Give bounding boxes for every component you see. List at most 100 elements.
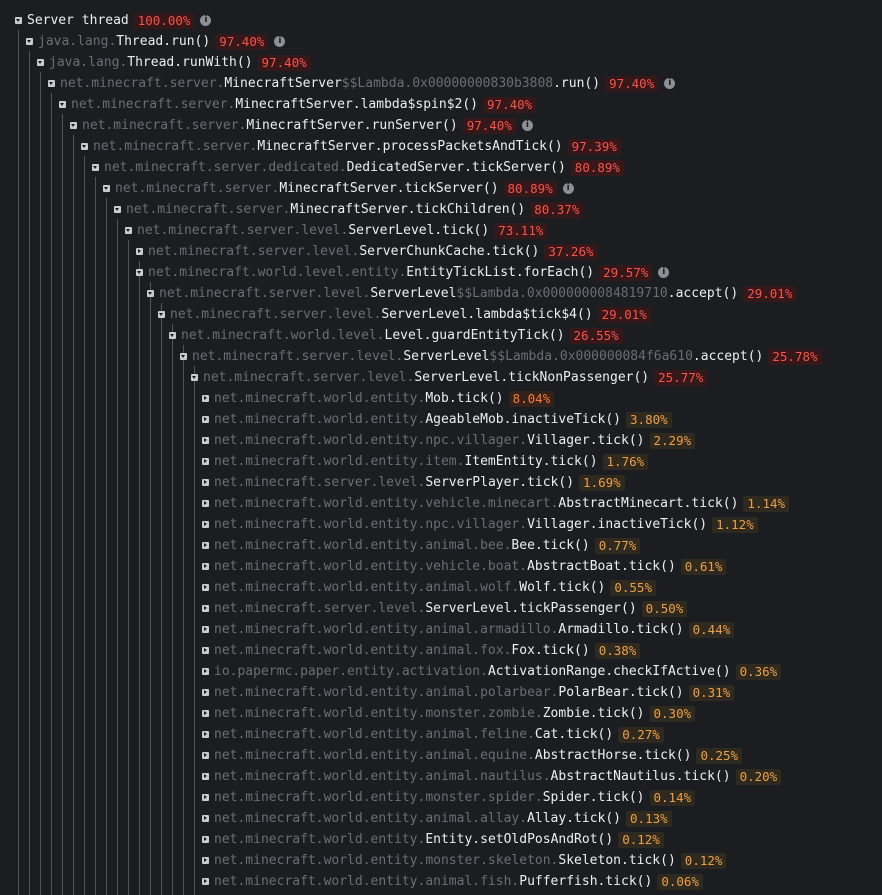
method-label[interactable]: net.minecraft.server. MinecraftServer .pro… bbox=[93, 139, 563, 154]
class-name: Villager bbox=[527, 517, 590, 532]
method-label[interactable]: java.lang. Thread .run() bbox=[38, 34, 210, 49]
package-name: net.minecraft.world.entity.animal.polarb… bbox=[214, 685, 559, 700]
method-label[interactable]: net.minecraft.server. MinecraftServer $$La… bbox=[60, 76, 600, 91]
percent-badge: 0.12% bbox=[680, 852, 727, 869]
method-label[interactable]: net.minecraft.world.entity. Mob .tick() bbox=[214, 391, 504, 406]
collapse-toggle-icon[interactable] bbox=[37, 59, 44, 66]
collapse-toggle-icon[interactable] bbox=[158, 311, 165, 318]
method-label[interactable]: net.minecraft.world.entity.animal.polarb… bbox=[214, 685, 684, 700]
expand-toggle-icon[interactable] bbox=[202, 605, 209, 612]
expand-toggle-icon[interactable] bbox=[202, 731, 209, 738]
method-label[interactable]: net.minecraft.server.level. ServerLevel $$… bbox=[159, 286, 738, 301]
collapse-toggle-icon[interactable] bbox=[169, 332, 176, 339]
collapse-toggle-icon[interactable] bbox=[103, 185, 110, 192]
method-label[interactable]: net.minecraft.world.level.entity. EntityT… bbox=[148, 265, 594, 280]
expand-toggle-icon[interactable] bbox=[202, 752, 209, 759]
expand-toggle-icon[interactable] bbox=[202, 584, 209, 591]
method-label[interactable]: net.minecraft.world.entity.item. ItemEnti… bbox=[214, 454, 598, 469]
method-label[interactable]: net.minecraft.server.level. ServerLevel .t… bbox=[203, 370, 649, 385]
expand-toggle-icon[interactable] bbox=[202, 689, 209, 696]
expand-toggle-icon[interactable] bbox=[202, 437, 209, 444]
method-label[interactable]: net.minecraft.world.entity.animal.equine… bbox=[214, 748, 691, 763]
expand-toggle-icon[interactable] bbox=[202, 878, 209, 885]
expand-toggle-icon[interactable] bbox=[202, 773, 209, 780]
collapse-toggle-icon[interactable] bbox=[147, 290, 154, 297]
expand-toggle-icon[interactable] bbox=[202, 416, 209, 423]
info-icon[interactable]: i bbox=[521, 120, 533, 131]
method-label[interactable]: net.minecraft.world.entity.animal.feline… bbox=[214, 727, 613, 742]
method-label[interactable]: net.minecraft.server. MinecraftServer .tic… bbox=[115, 181, 499, 196]
expand-toggle-icon[interactable] bbox=[202, 458, 209, 465]
collapse-toggle-icon[interactable] bbox=[191, 374, 198, 381]
method-label[interactable]: net.minecraft.server.dedicated. Dedicated… bbox=[104, 160, 566, 175]
info-icon[interactable]: i bbox=[658, 267, 670, 278]
collapse-toggle-icon[interactable] bbox=[136, 269, 143, 276]
collapse-toggle-icon[interactable] bbox=[48, 80, 55, 87]
collapse-toggle-icon[interactable] bbox=[81, 143, 88, 150]
class-name: ServerChunkCache bbox=[359, 244, 485, 259]
expand-toggle-icon[interactable] bbox=[202, 563, 209, 570]
expand-toggle-icon[interactable] bbox=[136, 248, 143, 255]
method-label[interactable]: net.minecraft.world.entity. AgeableMob .in… bbox=[214, 412, 621, 427]
collapse-toggle-icon[interactable] bbox=[125, 227, 132, 234]
package-name: net.minecraft.world.entity.animal.fish. bbox=[214, 874, 520, 889]
method-label[interactable]: net.minecraft.server. MinecraftServer .tic… bbox=[126, 202, 525, 217]
method-label[interactable]: net.minecraft.server.level. ServerLevel .t… bbox=[214, 601, 637, 616]
method-label[interactable]: net.minecraft.server.level. ServerLevel $$… bbox=[192, 349, 763, 364]
method-label[interactable]: net.minecraft.server.level. ServerChunkCa… bbox=[148, 244, 539, 259]
expand-toggle-icon[interactable] bbox=[202, 521, 209, 528]
method-label[interactable]: net.minecraft.world.entity.npc.villager.… bbox=[214, 517, 707, 532]
tree-row: net.minecraft.server.level. ServerLevel .l… bbox=[158, 304, 651, 325]
method-label[interactable]: net.minecraft.server. MinecraftServer .lam… bbox=[71, 97, 478, 112]
expand-toggle-icon[interactable] bbox=[202, 857, 209, 864]
method-label[interactable]: net.minecraft.world.entity.animal.fish. P… bbox=[214, 874, 652, 889]
package-name: net.minecraft.server. bbox=[60, 76, 225, 91]
collapse-toggle-icon[interactable] bbox=[15, 17, 22, 24]
method-label[interactable]: net.minecraft.world.entity.animal.allay.… bbox=[214, 811, 621, 826]
method-label[interactable]: net.minecraft.world.entity.animal.bee. Be… bbox=[214, 538, 590, 553]
expand-toggle-icon[interactable] bbox=[202, 647, 209, 654]
method-label[interactable]: net.minecraft.world.entity.animal.fox. Fo… bbox=[214, 643, 590, 658]
method-label[interactable]: net.minecraft.world.entity.monster.spide… bbox=[214, 790, 645, 805]
method-label[interactable]: Server thread bbox=[27, 13, 129, 28]
expand-toggle-icon[interactable] bbox=[202, 710, 209, 717]
info-icon[interactable]: i bbox=[200, 15, 212, 26]
method-label[interactable]: net.minecraft.world.entity.npc.villager.… bbox=[214, 433, 645, 448]
expand-toggle-icon[interactable] bbox=[202, 668, 209, 675]
method-label[interactable]: net.minecraft.server.level. ServerLevel .t… bbox=[137, 223, 489, 238]
method-label[interactable]: net.minecraft.world.level. Level .guardEnt… bbox=[181, 328, 565, 343]
collapse-toggle-icon[interactable] bbox=[92, 164, 99, 171]
method-label[interactable]: net.minecraft.world.entity.animal.armadi… bbox=[214, 622, 684, 637]
info-icon[interactable]: i bbox=[274, 36, 286, 47]
collapse-toggle-icon[interactable] bbox=[70, 122, 77, 129]
collapse-toggle-icon[interactable] bbox=[114, 206, 121, 213]
info-icon[interactable]: i bbox=[664, 78, 676, 89]
collapse-toggle-icon[interactable] bbox=[26, 38, 33, 45]
package-name: net.minecraft.world.entity.vehicle.minec… bbox=[214, 496, 559, 511]
method-label[interactable]: net.minecraft.server.level. ServerPlayer.… bbox=[214, 475, 574, 490]
method-label[interactable]: net.minecraft.world.entity.animal.nautil… bbox=[214, 769, 731, 784]
info-icon[interactable]: i bbox=[562, 183, 574, 194]
method-label[interactable]: net.minecraft.server. MinecraftServer .run… bbox=[82, 118, 458, 133]
method-label[interactable]: io.papermc.paper.entity.activation. Activ… bbox=[214, 664, 731, 679]
collapse-toggle-icon[interactable] bbox=[180, 353, 187, 360]
method-label[interactable]: net.minecraft.world.entity.vehicle.boat.… bbox=[214, 559, 676, 574]
expand-toggle-icon[interactable] bbox=[202, 626, 209, 633]
method-label[interactable]: net.minecraft.server.level. ServerLevel .l… bbox=[170, 307, 593, 322]
method-label[interactable]: net.minecraft.world.entity. Entity .setOld… bbox=[214, 832, 613, 847]
method-label[interactable]: net.minecraft.world.entity.animal.wolf. W… bbox=[214, 580, 605, 595]
method-label[interactable]: net.minecraft.world.entity.monster.zombi… bbox=[214, 706, 645, 721]
percent-badge: 29.01% bbox=[743, 285, 797, 302]
expand-toggle-icon[interactable] bbox=[202, 542, 209, 549]
method-label[interactable]: net.minecraft.world.entity.vehicle.minec… bbox=[214, 496, 738, 511]
expand-toggle-icon[interactable] bbox=[202, 479, 209, 486]
expand-toggle-icon[interactable] bbox=[202, 815, 209, 822]
tree-row: net.minecraft.server. MinecraftServer .lam… bbox=[59, 94, 537, 115]
expand-toggle-icon[interactable] bbox=[202, 395, 209, 402]
method-label[interactable]: net.minecraft.world.entity.monster.skele… bbox=[214, 853, 676, 868]
expand-toggle-icon[interactable] bbox=[202, 836, 209, 843]
collapse-toggle-icon[interactable] bbox=[59, 101, 66, 108]
expand-toggle-icon[interactable] bbox=[202, 794, 209, 801]
expand-toggle-icon[interactable] bbox=[202, 500, 209, 507]
method-label[interactable]: java.lang. Thread .runWith() bbox=[49, 55, 253, 70]
